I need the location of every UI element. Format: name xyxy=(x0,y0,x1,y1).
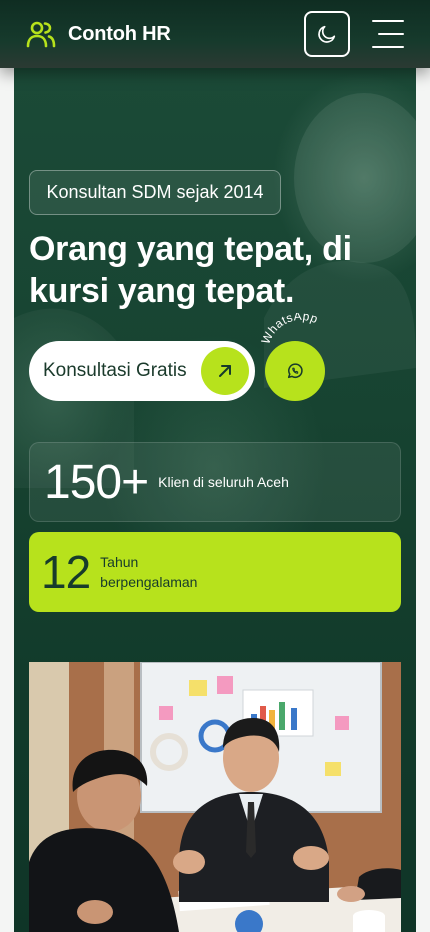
top-nav-bar: Contoh HR xyxy=(0,0,430,68)
years-count: 12 xyxy=(41,546,91,598)
business-meeting-photo xyxy=(29,662,401,932)
theme-toggle-button[interactable] xyxy=(304,11,350,57)
experience-badge: Konsultan SDM sejak 2014 xyxy=(29,170,281,215)
hero-section: Konsultan SDM sejak 2014 Orang yang tepa… xyxy=(14,68,416,932)
clients-count: 150+ xyxy=(44,455,149,509)
meeting-illustration xyxy=(29,662,401,932)
hero-headline: Orang yang tepat, di kursi yang tepat. xyxy=(29,230,352,310)
arrow-up-right-icon xyxy=(219,365,231,377)
brand-logo[interactable]: Contoh HR xyxy=(26,19,171,49)
menu-line-icon xyxy=(372,20,404,22)
whatsapp-icon xyxy=(287,363,303,379)
years-label: Tahun berpengalaman xyxy=(100,554,198,590)
brand-name: Contoh HR xyxy=(68,22,171,45)
menu-line-icon xyxy=(378,33,404,35)
cta-label: Konsultasi Gratis xyxy=(43,360,187,381)
moon-icon xyxy=(318,25,336,43)
cta-arrow-circle xyxy=(201,347,249,395)
clients-stat-card: 150+ Klien di seluruh Aceh xyxy=(29,442,401,522)
menu-line-icon xyxy=(372,46,404,48)
clients-label: Klien di seluruh Aceh xyxy=(158,474,289,490)
users-icon xyxy=(26,21,56,48)
hamburger-menu-button[interactable] xyxy=(372,20,404,48)
whatsapp-button[interactable] xyxy=(265,341,325,401)
years-stat-card: 12 Tahun berpengalaman xyxy=(29,532,401,612)
free-consultation-button[interactable]: Konsultasi Gratis xyxy=(29,341,255,401)
whatsapp-contact[interactable]: WhatsApp xyxy=(252,313,348,409)
